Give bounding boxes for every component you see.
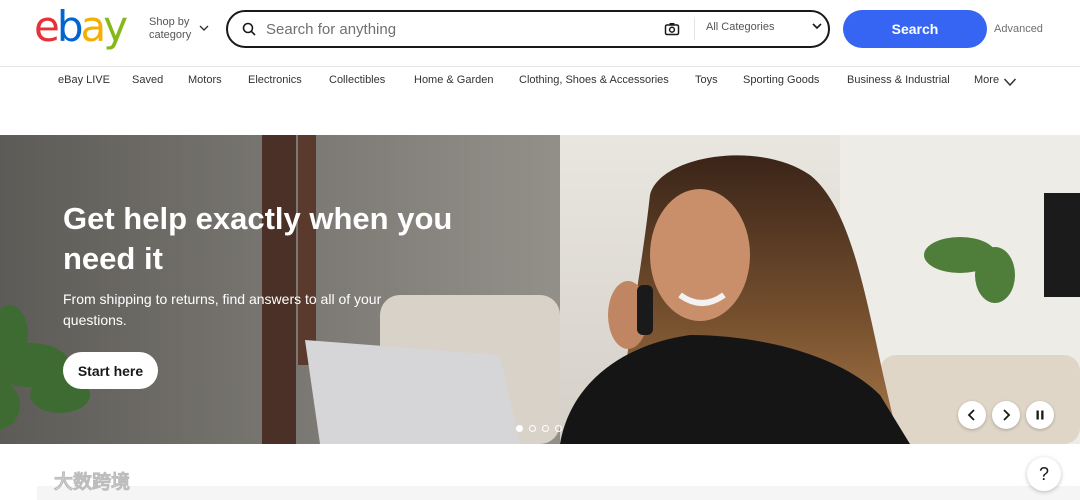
nav-item-more[interactable]: More bbox=[974, 74, 999, 86]
hero-subtitle: From shipping to returns, find answers t… bbox=[63, 291, 382, 328]
shop-by-line1: Shop by bbox=[149, 16, 190, 28]
chevron-down-icon bbox=[199, 25, 209, 31]
header: ebay Shop by category All Categories Sea… bbox=[0, 0, 1080, 60]
logo-letter-e: e bbox=[34, 2, 60, 51]
carousel-pause-button[interactable] bbox=[1026, 401, 1054, 429]
chevron-down-icon bbox=[1003, 78, 1017, 87]
logo-letter-y: y bbox=[103, 2, 128, 51]
watermark-logo: 大数跨境 bbox=[10, 468, 130, 493]
nav-item-collectibles[interactable]: Collectibles bbox=[329, 74, 385, 86]
ebay-logo[interactable]: ebay bbox=[34, 2, 128, 51]
shop-by-line2: category bbox=[149, 29, 192, 41]
start-here-button[interactable]: Start here bbox=[63, 352, 158, 389]
chevron-left-icon bbox=[967, 409, 975, 421]
category-nav: eBay LIVE Saved Motors Electronics Colle… bbox=[0, 74, 1080, 92]
carousel-next-button[interactable] bbox=[992, 401, 1020, 429]
carousel-dot-3[interactable] bbox=[542, 425, 549, 432]
watermark-text: 大数跨境 bbox=[54, 470, 130, 493]
search-button[interactable]: Search bbox=[843, 10, 987, 48]
category-select[interactable]: All Categories bbox=[706, 21, 774, 33]
logo-letter-b: b bbox=[56, 2, 84, 51]
hero-title: Get help exactly when you need it bbox=[63, 201, 453, 276]
nav-item-clothing[interactable]: Clothing, Shoes & Accessories bbox=[519, 74, 669, 86]
search-bar: All Categories bbox=[226, 10, 830, 48]
nav-item-home-garden[interactable]: Home & Garden bbox=[414, 74, 493, 86]
carousel-dot-1[interactable] bbox=[516, 425, 523, 432]
chevron-right-icon bbox=[1003, 409, 1011, 421]
help-button[interactable]: ? bbox=[1027, 457, 1061, 491]
carousel-dot-2[interactable] bbox=[529, 425, 536, 432]
hero-banner[interactable]: Get help exactly when you need it From s… bbox=[0, 135, 1080, 444]
nav-item-motors[interactable]: Motors bbox=[188, 74, 222, 86]
logo-letter-a: a bbox=[80, 2, 107, 51]
nav-item-business-industrial[interactable]: Business & Industrial bbox=[847, 74, 950, 86]
chevron-down-icon bbox=[812, 23, 822, 30]
advanced-search-link[interactable]: Advanced bbox=[994, 23, 1043, 35]
header-divider bbox=[0, 66, 1080, 67]
search-icon bbox=[242, 22, 256, 36]
nav-item-toys[interactable]: Toys bbox=[695, 74, 718, 86]
search-input[interactable] bbox=[266, 18, 666, 40]
camera-icon[interactable] bbox=[664, 21, 680, 37]
nav-item-sporting-goods[interactable]: Sporting Goods bbox=[743, 74, 819, 86]
search-divider bbox=[694, 18, 695, 40]
nav-item-ebay-live[interactable]: eBay LIVE bbox=[58, 74, 110, 86]
carousel-prev-button[interactable] bbox=[958, 401, 986, 429]
next-section-strip bbox=[37, 486, 1080, 500]
nav-item-saved[interactable]: Saved bbox=[132, 74, 163, 86]
shop-by-category-button[interactable]: Shop by category bbox=[149, 16, 209, 42]
carousel-dot-4[interactable] bbox=[555, 425, 562, 432]
pause-icon bbox=[1036, 410, 1044, 420]
nav-item-electronics[interactable]: Electronics bbox=[248, 74, 302, 86]
